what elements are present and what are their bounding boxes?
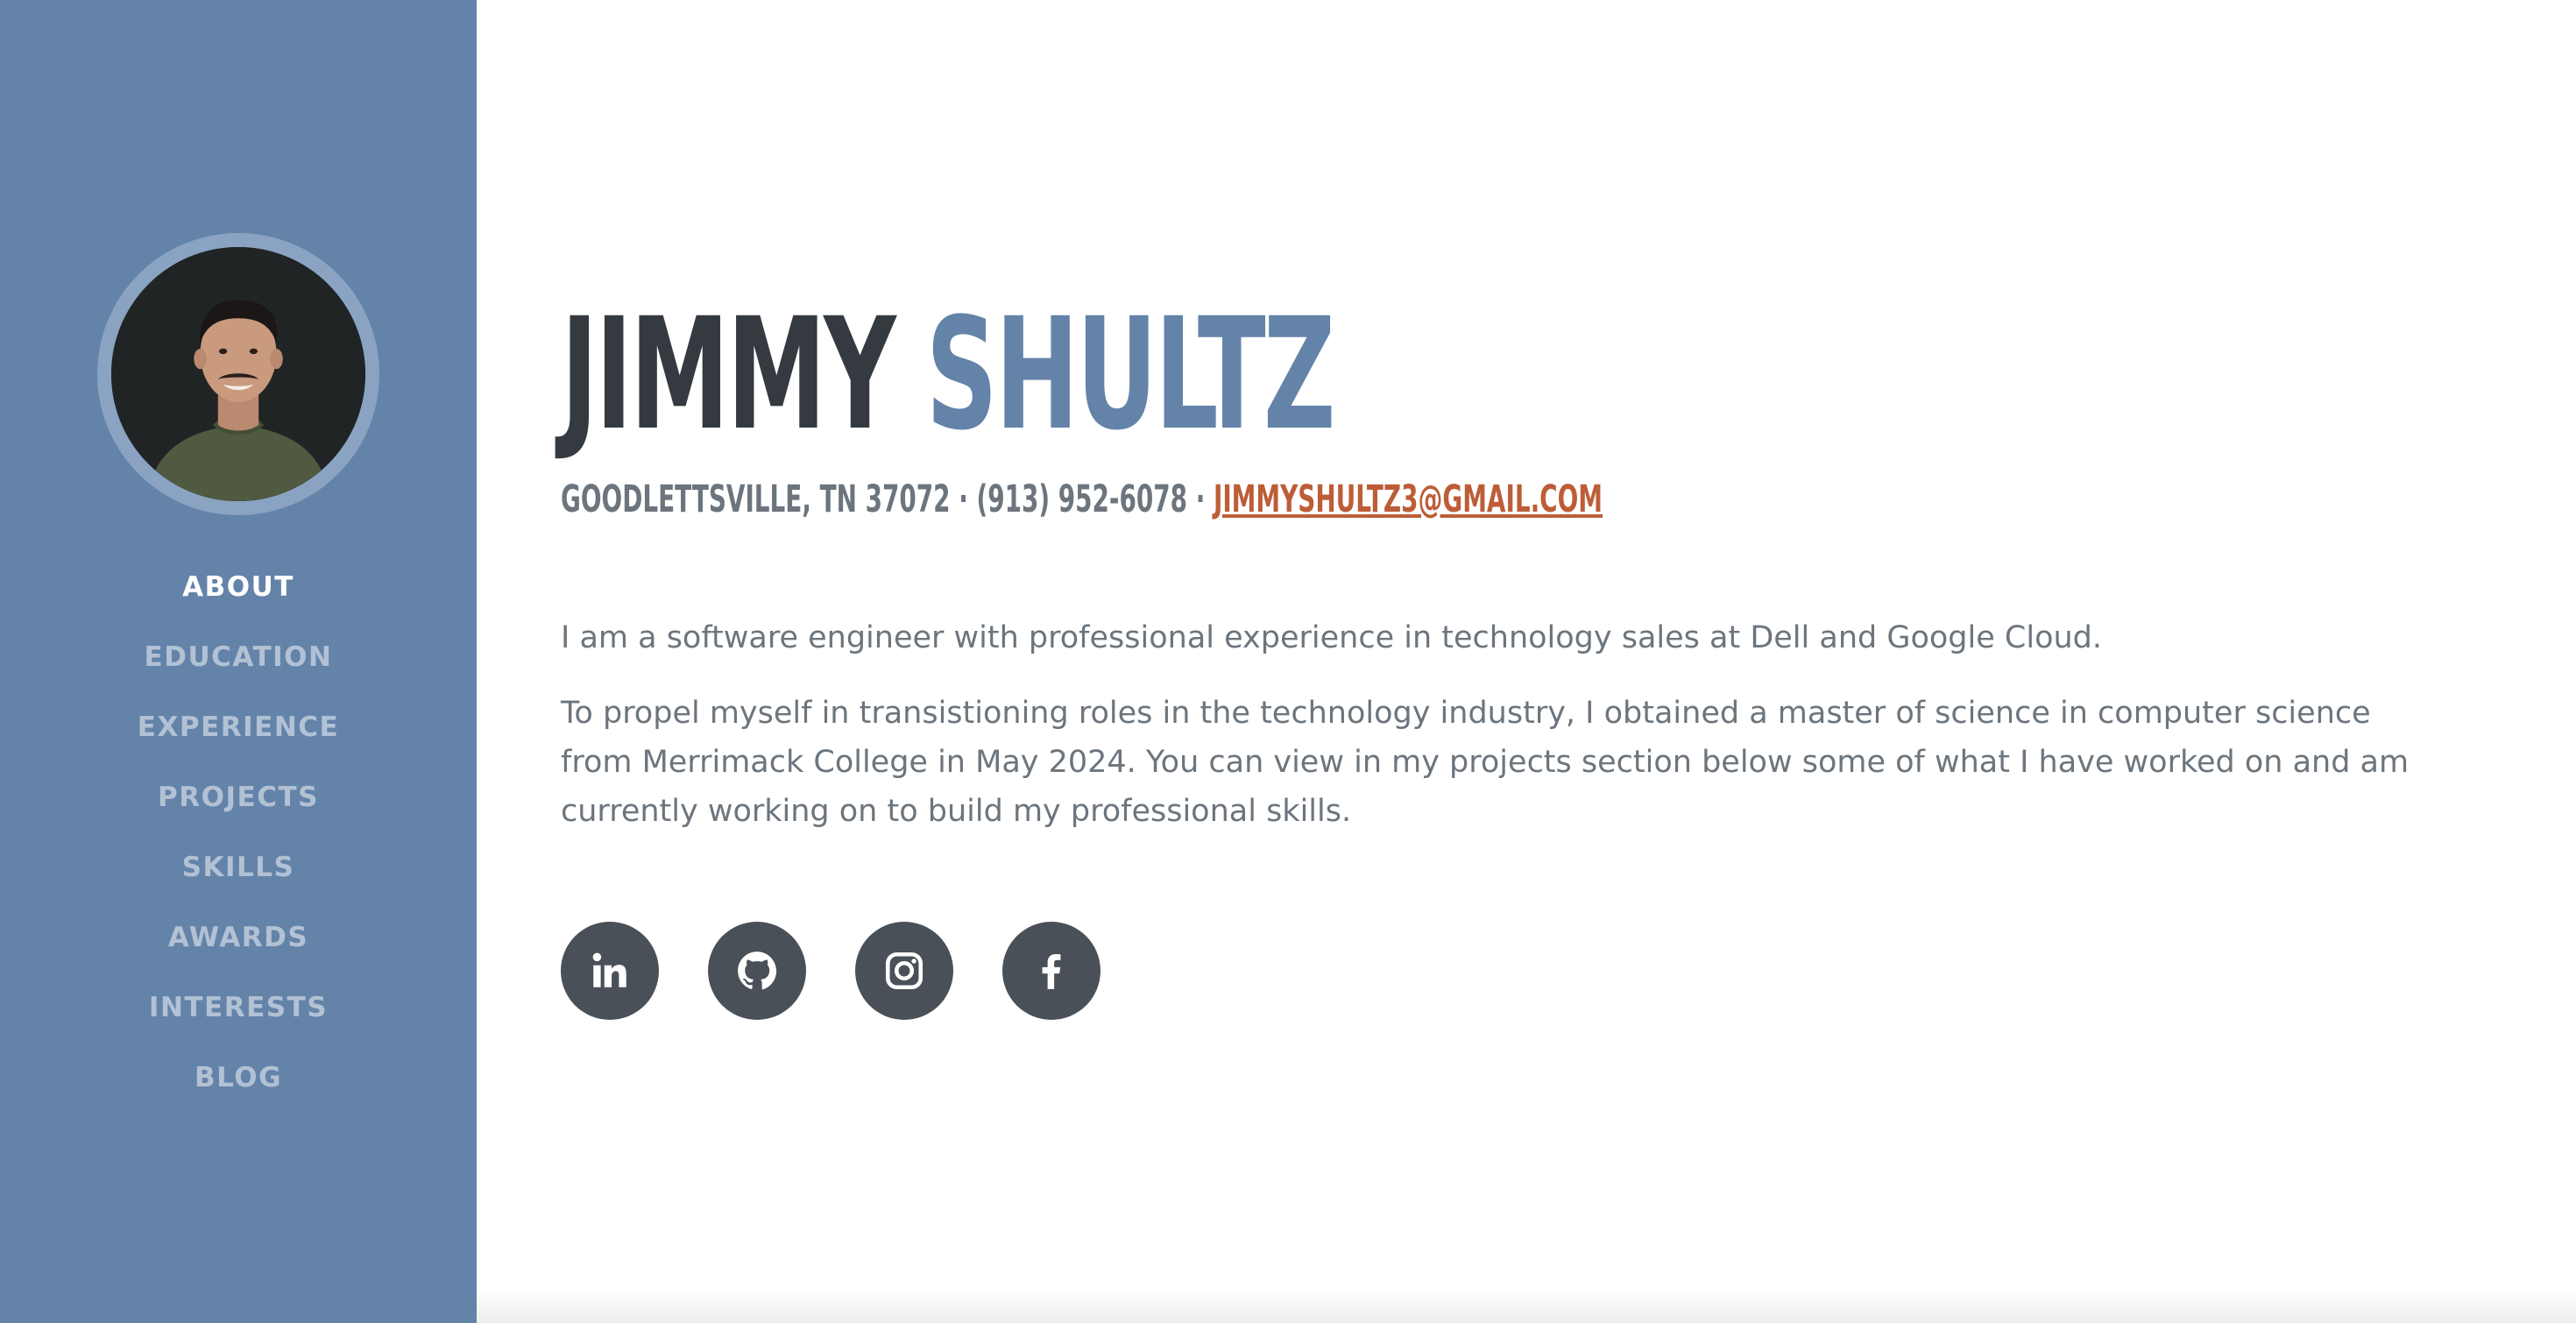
instagram-button[interactable] — [855, 922, 953, 1020]
nav-item-interests: INTERESTS — [0, 973, 477, 1043]
nav-link-interests[interactable]: INTERESTS — [149, 992, 328, 1023]
nav-item-skills: SKILLS — [0, 832, 477, 902]
nav-item-awards: AWARDS — [0, 902, 477, 973]
last-name: SHULTZ — [925, 285, 1336, 464]
linkedin-button[interactable] — [561, 922, 659, 1020]
instagram-icon — [885, 952, 924, 990]
linkedin-icon — [592, 952, 626, 987]
separator: · — [950, 478, 977, 521]
first-name: JIMMY — [561, 285, 896, 464]
avatar[interactable] — [97, 233, 379, 515]
nav-link-projects[interactable]: PROJECTS — [158, 782, 319, 813]
nav-link-blog[interactable]: BLOG — [195, 1062, 282, 1093]
nav-link-skills[interactable]: SKILLS — [182, 852, 295, 883]
phone-text: (913) 952-6078 — [976, 478, 1188, 521]
bio: I am a software engineer with profession… — [561, 613, 2445, 862]
nav-link-experience[interactable]: EXPERIENCE — [138, 711, 339, 743]
bio-paragraph: To propel myself in transistioning roles… — [561, 696, 2410, 829]
contact-line: GOODLETTSVILLE, TN 37072 · (913) 952-607… — [561, 478, 1603, 521]
separator: · — [1187, 478, 1214, 521]
nav-item-education: EDUCATION — [0, 622, 477, 692]
email-link[interactable]: JIMMYSHULTZ3@GMAIL.COM — [1214, 478, 1603, 521]
nav-item-blog: BLOG — [0, 1043, 477, 1113]
location-text: GOODLETTSVILLE, TN 37072 — [561, 478, 951, 521]
nav-item-about: ABOUT — [0, 552, 477, 622]
github-button[interactable] — [708, 922, 806, 1020]
facebook-icon — [1042, 954, 1061, 989]
bio-paragraph: I am a software engineer with profession… — [561, 620, 2103, 655]
nav-link-awards[interactable]: AWARDS — [168, 922, 308, 953]
page-title: JIMMY SHULTZ — [561, 298, 1335, 452]
bottom-edge-shadow — [477, 1288, 2576, 1323]
sidebar-nav: ABOUT EDUCATION EXPERIENCE PROJECTS SKIL… — [0, 552, 477, 1113]
nav-item-projects: PROJECTS — [0, 762, 477, 832]
nav-item-experience: EXPERIENCE — [0, 692, 477, 762]
profile-photo — [111, 247, 365, 501]
github-icon — [738, 952, 777, 990]
nav-link-education[interactable]: EDUCATION — [145, 641, 333, 673]
sidebar: ABOUT EDUCATION EXPERIENCE PROJECTS SKIL… — [0, 0, 477, 1323]
nav-link-about[interactable]: ABOUT — [182, 571, 294, 603]
facebook-button[interactable] — [1002, 922, 1100, 1020]
social-icons — [561, 922, 1100, 1020]
